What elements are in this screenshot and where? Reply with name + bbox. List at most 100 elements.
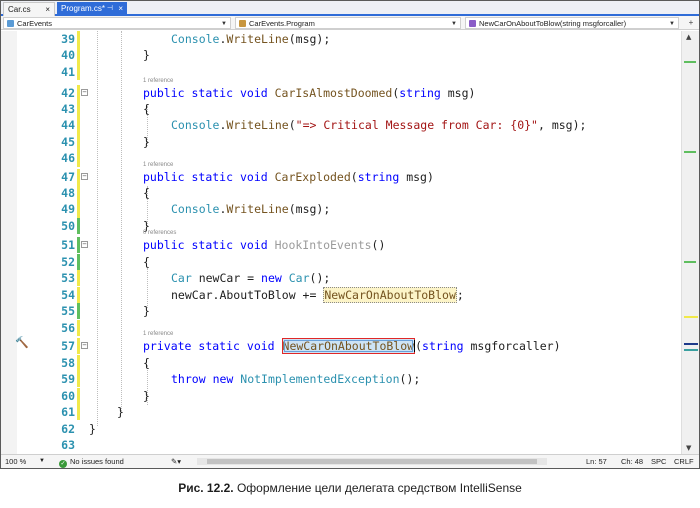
code-line: 62 } xyxy=(1,421,681,437)
collapse-toggle-icon[interactable]: − xyxy=(81,241,88,248)
code-text: } xyxy=(143,304,150,318)
change-marker xyxy=(77,338,80,355)
zoom-level[interactable]: 100 % xyxy=(5,455,26,468)
line-number: 39 xyxy=(61,32,75,46)
text-caret xyxy=(414,340,415,352)
code-line: 46 xyxy=(1,150,681,167)
chevron-down-icon: ▼ xyxy=(669,21,675,27)
code-text: public static void CarExploded(string ms… xyxy=(143,169,434,184)
line-number: 56 xyxy=(61,320,75,335)
split-editor-icon[interactable]: + xyxy=(685,18,697,28)
collapse-toggle-icon[interactable]: − xyxy=(81,88,88,96)
code-text: public static void HookIntoEvents() xyxy=(143,238,386,252)
whitespace-mode[interactable]: SPC xyxy=(651,455,666,468)
change-marker xyxy=(77,63,80,81)
change-marker xyxy=(77,168,80,185)
generated-method-name[interactable]: NewCarOnAboutToBlow xyxy=(281,338,416,354)
line-number: 62 xyxy=(61,421,75,436)
code-line: 44 Console.WriteLine("=> Critical Messag… xyxy=(1,117,681,134)
line-number: 55 xyxy=(61,304,75,318)
scrollbar-caret-mark xyxy=(684,343,698,345)
code-text: { xyxy=(143,254,150,269)
line-number: 40 xyxy=(61,48,75,63)
issues-indicator[interactable]: ✓ No issues found xyxy=(59,455,124,468)
code-line: 47 − public static void CarExploded(stri… xyxy=(1,168,681,185)
chevron-down-icon: ▼ xyxy=(221,21,227,27)
change-marker xyxy=(77,319,80,336)
collapse-toggle-icon[interactable]: − xyxy=(81,172,88,180)
code-line: 48 { xyxy=(1,185,681,202)
code-text: } xyxy=(89,421,96,436)
codelens-reference[interactable]: 1 reference xyxy=(143,78,173,84)
code-text: } xyxy=(143,134,150,149)
code-line: 57 − private static void NewCarOnAboutTo… xyxy=(1,338,681,355)
navigation-bar: CarEvents ▼ CarEvents.Program ▼ NewCarOn… xyxy=(1,16,699,30)
codelens-reference[interactable]: 1 reference xyxy=(143,162,173,168)
line-number: 54 xyxy=(61,287,75,302)
code-line: 42 − public static void CarIsAlmostDoome… xyxy=(1,84,681,101)
vertical-scrollbar[interactable]: ▲ ▼ xyxy=(681,31,699,454)
code-line: 52 { xyxy=(1,253,681,270)
scrollbar-change-mark xyxy=(684,316,698,318)
code-line: 61 } xyxy=(1,404,681,421)
line-number: 59 xyxy=(61,372,75,386)
class-dropdown[interactable]: CarEvents.Program ▼ xyxy=(235,17,461,29)
member-dropdown[interactable]: NewCarOnAboutToBlow(string msgforcaller)… xyxy=(465,17,679,29)
code-line: 49 Console.WriteLine(msg); xyxy=(1,201,681,218)
code-text: Console.WriteLine(msg); xyxy=(171,202,331,217)
code-text: } xyxy=(143,388,150,403)
close-tab-icon[interactable]: × xyxy=(45,3,50,16)
horizontal-scrollbar[interactable] xyxy=(197,458,547,465)
chevron-down-icon: ▼ xyxy=(451,21,457,27)
line-number: 63 xyxy=(61,438,75,452)
horizontal-scroll-thumb[interactable] xyxy=(207,459,537,464)
change-marker xyxy=(77,133,80,151)
line-ending-mode[interactable]: CRLF xyxy=(674,455,694,468)
pin-icon[interactable]: ⊣ xyxy=(107,2,113,15)
chevron-down-icon[interactable]: ▼ xyxy=(39,455,45,468)
scroll-down-icon[interactable]: ▼ xyxy=(686,444,691,452)
line-number: 60 xyxy=(61,388,75,403)
change-marker xyxy=(77,253,80,270)
code-line: 58 { xyxy=(1,354,681,371)
column-indicator[interactable]: Ch: 48 xyxy=(621,455,643,468)
issues-text: No issues found xyxy=(70,457,124,466)
code-line: 39 Console.WriteLine(msg); xyxy=(1,31,681,48)
change-marker xyxy=(77,201,80,218)
close-tab-icon[interactable]: × xyxy=(118,2,123,15)
line-number: 52 xyxy=(61,254,75,269)
change-marker xyxy=(77,303,80,320)
change-marker xyxy=(77,84,80,101)
change-marker xyxy=(77,185,80,202)
line-indicator[interactable]: Ln: 57 xyxy=(586,455,607,468)
collapse-toggle-icon[interactable]: − xyxy=(81,342,88,349)
change-marker xyxy=(77,217,80,235)
change-marker xyxy=(77,354,80,371)
code-text: Console.WriteLine(msg); xyxy=(171,32,331,46)
change-marker xyxy=(77,47,80,64)
code-line: 55 } xyxy=(1,303,681,320)
code-line: 41 xyxy=(1,63,681,81)
code-text: Car newCar = new Car(); xyxy=(171,271,331,285)
code-cleanup-icon[interactable]: ✎▾ xyxy=(171,455,181,468)
code-text: } xyxy=(117,405,124,419)
generated-method-reference[interactable]: NewCarOnAboutToBlow xyxy=(323,286,457,303)
code-editor[interactable]: 🔨 39 Console.WriteLine(msg); 40 } 41 1 r… xyxy=(1,31,699,454)
scroll-up-icon[interactable]: ▲ xyxy=(686,33,691,41)
method-icon xyxy=(469,20,476,27)
change-marker xyxy=(77,150,80,167)
project-dropdown[interactable]: CarEvents ▼ xyxy=(3,17,231,29)
figure-caption-text: Оформление цели делегата средством Intel… xyxy=(236,481,522,495)
class-dropdown-value: CarEvents.Program xyxy=(249,19,315,28)
code-line: 56 xyxy=(1,319,681,336)
scrollbar-change-mark xyxy=(684,61,696,63)
line-number: 61 xyxy=(61,405,75,419)
tab-car-cs[interactable]: Car.cs × xyxy=(3,2,55,16)
line-number: 58 xyxy=(61,355,75,370)
tab-program-cs[interactable]: Program.cs* ⊣ × xyxy=(57,2,127,16)
change-marker xyxy=(77,404,80,421)
codelens-reference[interactable]: 0 references xyxy=(143,230,176,236)
codelens-reference[interactable]: 1 reference xyxy=(143,331,173,337)
tab-label: Program.cs* xyxy=(61,4,106,13)
code-text: public static void CarIsAlmostDoomed(str… xyxy=(143,85,476,100)
